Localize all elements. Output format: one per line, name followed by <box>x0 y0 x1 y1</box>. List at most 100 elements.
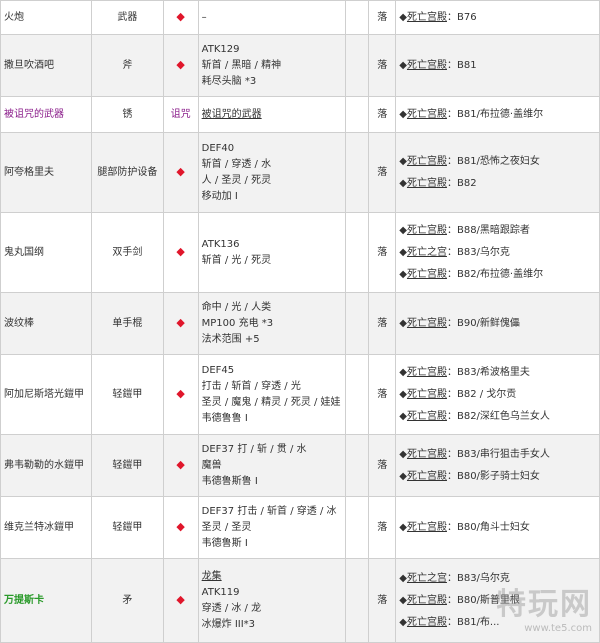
stat-line: 耗尽头脑 *3 <box>201 75 257 87</box>
location-link[interactable]: 死亡宫殿 <box>407 225 447 236</box>
location-link[interactable]: 死亡宫殿 <box>407 595 447 606</box>
stat-line[interactable]: 被诅咒的武器 <box>202 107 342 123</box>
bullet-icon: ◆ <box>399 177 407 189</box>
source-line: ◆死亡宫殿：B88/黑暗跟踪者 <box>399 220 596 242</box>
location-link[interactable]: 死亡宫殿 <box>407 109 447 120</box>
location-link[interactable]: 死亡宫殿 <box>407 60 447 71</box>
stat-line: 韦德鲁鲁 I <box>201 412 248 424</box>
drop-label: 落 <box>377 11 388 23</box>
diamond-icon: ◆ <box>176 58 185 71</box>
sources-cell: ◆死亡宫殿：B83/希波格里夫 ◆死亡宫殿：B82 / 戈尔贡 ◆死亡宫殿：B82/… <box>395 354 600 435</box>
location-link[interactable]: 死亡宫殿 <box>407 449 447 460</box>
location-link[interactable]: 死亡宫殿 <box>407 367 447 378</box>
item-name[interactable]: 万提斯卡 <box>4 595 44 606</box>
location-link[interactable]: 死亡宫殿 <box>407 318 447 329</box>
item-name-cell: 阿夸格里夫 <box>0 132 93 213</box>
table-row: 波纹棒 单手棍 ◆ 命中 / 光 / 人类 MP100 充电 *3 法术范围 +5 落 ◆死亡… <box>0 292 600 355</box>
item-type-cell: 单手棍 <box>91 292 164 355</box>
item-type-cell: 轻鎧甲 <box>91 354 164 435</box>
location-link[interactable]: 死亡之宫 <box>407 247 447 258</box>
item-stats-cell: – <box>197 0 347 35</box>
drop-cell: 落 <box>368 96 397 133</box>
location-link[interactable]: 死亡宫殿 <box>407 471 447 482</box>
stat-line: DEF45 <box>201 364 235 376</box>
diamond-icon: ◆ <box>176 10 185 23</box>
source-line: ◆死亡宫殿：B82 / 戈尔贡 <box>399 384 596 406</box>
source-detail: ：B88/黑暗跟踪者 <box>446 224 530 236</box>
item-name: 维克兰特冰鎧甲 <box>4 521 74 533</box>
bullet-icon: ◆ <box>399 246 407 258</box>
spacer-cell <box>345 292 370 355</box>
source-line: ◆死亡宫殿：B80/影子骑士妇女 <box>399 466 596 488</box>
diamond-icon: ◆ <box>176 458 185 471</box>
stat-line: 命中 / 光 / 人类 <box>201 301 272 313</box>
spacer-cell <box>345 96 370 133</box>
spacer-cell <box>345 0 370 35</box>
item-stats-cell: 被诅咒的武器 <box>197 96 347 133</box>
bullet-icon: ◆ <box>399 11 407 23</box>
source-detail: ：B83/乌尔克 <box>446 572 510 584</box>
source-detail: ：B82/深红色乌兰女人 <box>446 410 550 422</box>
location-link[interactable]: 死亡宫殿 <box>407 389 447 400</box>
spacer-cell <box>345 434 370 497</box>
location-link[interactable]: 死亡宫殿 <box>407 178 447 189</box>
spacer-cell <box>345 212 370 293</box>
drop-label: 落 <box>377 388 388 400</box>
source-detail: ：B80/影子骑士妇女 <box>446 470 540 482</box>
drop-label: 落 <box>377 108 388 120</box>
item-name[interactable]: 被诅咒的武器 <box>4 109 64 120</box>
source-detail: ：B82 <box>446 177 477 189</box>
item-mark-cell: ◆ <box>162 354 199 435</box>
location-link[interactable]: 死亡宫殿 <box>407 269 447 280</box>
stat-line: 法术范围 +5 <box>201 333 260 345</box>
stat-line: ATK129 <box>201 43 240 55</box>
item-type: 斧 <box>122 59 133 71</box>
drop-label: 落 <box>377 166 388 178</box>
item-type-cell: 锈 <box>91 96 164 133</box>
sources-cell: ◆死亡宫殿：B81/布拉德·盖维尔 <box>395 96 600 133</box>
item-stats-cell: ATK129 斩首 / 黑暗 / 精神 耗尽头脑 *3 <box>197 34 347 97</box>
stat-line[interactable]: 龙集 <box>202 569 342 585</box>
diamond-icon: ◆ <box>176 593 185 606</box>
stat-line: 穿透 / 冰 / 龙 <box>201 602 262 614</box>
source-line: ◆死亡宫殿：B81/布拉德·盖维尔 <box>399 104 596 126</box>
source-line: ◆死亡宫殿：B82/深红色乌兰女人 <box>399 406 596 428</box>
diamond-icon: ◆ <box>176 245 185 258</box>
location-link[interactable]: 死亡之宫 <box>407 573 447 584</box>
spacer-cell <box>345 132 370 213</box>
location-link[interactable]: 死亡宫殿 <box>407 522 447 533</box>
item-name: 撒旦吹酒吧 <box>4 59 54 71</box>
item-stats-cell: 龙集 ATK119 穿透 / 冰 / 龙冰爆炸 III*3 <box>197 558 347 643</box>
drop-cell: 落 <box>368 292 397 355</box>
bullet-icon: ◆ <box>399 155 407 167</box>
item-name-cell: 阿加尼斯塔光鎧甲 <box>0 354 93 435</box>
item-type: 单手棍 <box>112 317 143 329</box>
stat-line: 斩首 / 黑暗 / 精神 <box>201 59 282 71</box>
source-line: ◆死亡宫殿：B90/新鲜傀儡 <box>399 313 596 335</box>
item-name-cell: 鬼丸国纲 <box>0 212 93 293</box>
item-type-cell: 腿部防护设备 <box>91 132 164 213</box>
item-mark-cell: ◆ <box>162 34 199 97</box>
location-link[interactable]: 死亡宫殿 <box>407 12 447 23</box>
source-detail: ：B81/布... <box>446 616 500 628</box>
location-link[interactable]: 死亡宫殿 <box>407 156 447 167</box>
bullet-icon: ◆ <box>399 448 407 460</box>
stat-line: 韦德鲁斯 I <box>201 537 248 549</box>
source-line: ◆死亡宫殿：B76 <box>399 7 596 29</box>
spacer-cell <box>345 34 370 97</box>
drop-cell: 落 <box>368 496 397 559</box>
item-name-cell: 撒旦吹酒吧 <box>0 34 93 97</box>
item-mark-cell: 诅咒 <box>162 96 199 133</box>
bullet-icon: ◆ <box>399 366 407 378</box>
drop-label: 落 <box>377 594 388 606</box>
source-detail: ：B81/恐怖之夜妇女 <box>446 155 540 167</box>
drop-label: 落 <box>377 521 388 533</box>
sources-cell: ◆死亡之宫：B83/乌尔克 ◆死亡宫殿：B80/斯普里根 ◆死亡宫殿：B81/布..… <box>395 558 600 643</box>
table-row: 撒旦吹酒吧斧 ◆ ATK129 斩首 / 黑暗 / 精神 耗尽头脑 *3 落 ◆死亡宫殿：B… <box>0 34 600 97</box>
location-link[interactable]: 死亡宫殿 <box>407 617 447 628</box>
source-line: ◆死亡宫殿：B83/串行狙击手女人 <box>399 444 596 466</box>
source-line: ◆死亡宫殿：B80/角斗士妇女 <box>399 517 596 539</box>
source-detail: ：B76 <box>446 11 477 23</box>
item-name-cell: 被诅咒的武器 <box>0 96 93 133</box>
location-link[interactable]: 死亡宫殿 <box>407 411 447 422</box>
